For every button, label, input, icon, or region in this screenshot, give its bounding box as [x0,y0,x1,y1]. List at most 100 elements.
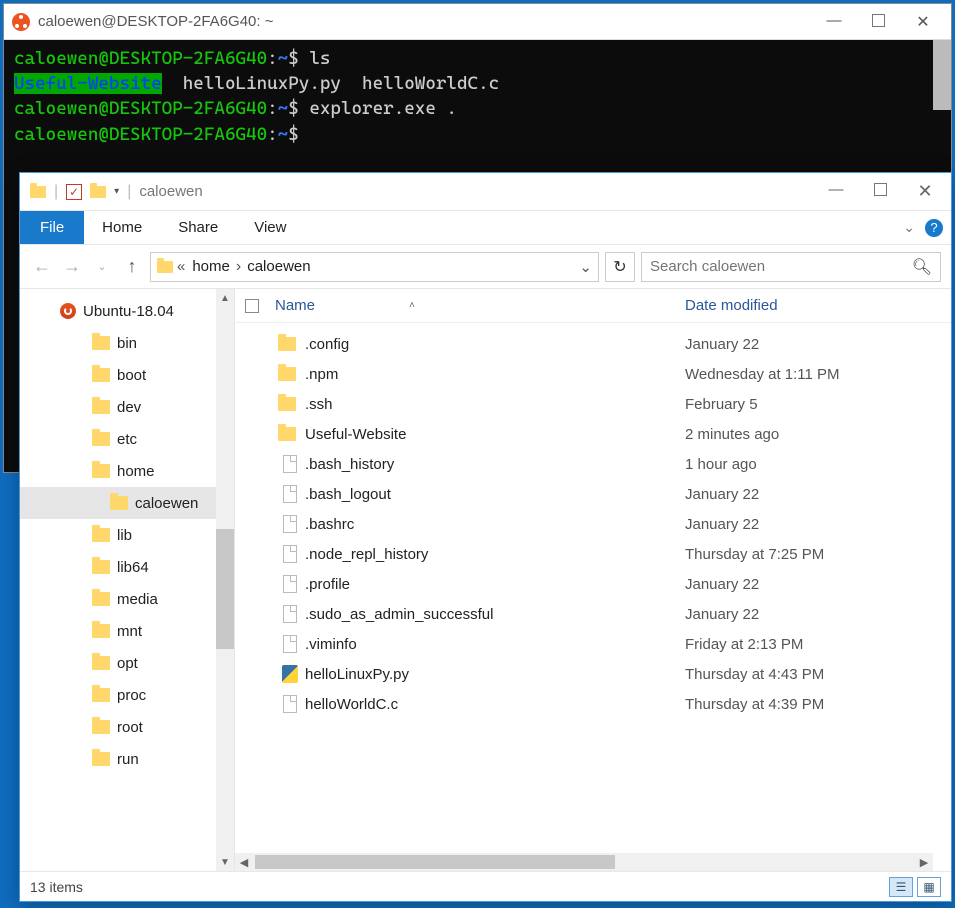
terminal-line: caloewen@DESKTOP-2FA6G40:~$ explorer.exe… [14,96,941,121]
list-item[interactable]: Useful-Website2 minutes ago [245,419,951,449]
refresh-button[interactable]: ↻ [605,252,635,282]
minimize-button[interactable] [816,181,856,202]
tree-item[interactable]: root [20,711,234,743]
file-date: January 22 [685,606,951,623]
nav-back-button[interactable]: ← [30,256,54,277]
help-icon[interactable]: ? [925,219,943,237]
tree-scrollbar-thumb[interactable] [216,529,234,649]
quick-access-checkbox-icon[interactable]: ✓ [66,184,82,200]
navbar: ← → ⌄ ↑ home caloewen ⌄ ↻ 🔍︎ [20,245,951,289]
file-icon [283,605,297,623]
tree-item[interactable]: etc [20,423,234,455]
ribbon-share-tab[interactable]: Share [160,211,236,244]
search-icon[interactable]: 🔍︎ [912,257,932,277]
list-item[interactable]: helloWorldC.cThursday at 4:39 PM [245,689,951,719]
details-view-button[interactable]: ☰ [889,877,913,897]
list-item[interactable]: .node_repl_historyThursday at 7:25 PM [245,539,951,569]
nav-history-dropdown[interactable]: ⌄ [90,260,114,273]
tree-item[interactable]: media [20,583,234,615]
tree-item[interactable]: proc [20,679,234,711]
breadcrumb-root-icon[interactable] [173,258,189,275]
close-button[interactable] [903,12,943,32]
folder-icon [92,400,110,414]
tree-item[interactable]: run [20,743,234,775]
minimize-button[interactable] [814,12,854,32]
folder-icon [90,186,106,198]
list-item[interactable]: .npmWednesday at 1:11 PM [245,359,951,389]
horizontal-scrollbar[interactable]: ◀ ▶ [235,853,933,871]
address-dropdown-icon[interactable]: ⌄ [579,258,592,276]
folder-tree[interactable]: ▲ ▼ Ubuntu-18.04 bin boot dev etc home c… [20,289,235,871]
titlebar-divider: | [54,183,58,201]
tree-item[interactable]: opt [20,647,234,679]
tree-item[interactable]: lib64 [20,551,234,583]
ribbon-view-tab[interactable]: View [236,211,304,244]
list-item[interactable]: .sshFebruary 5 [245,389,951,419]
folder-icon [92,336,110,350]
tree-item[interactable]: home [20,455,234,487]
close-button[interactable] [905,181,945,202]
file-name: .viminfo [305,636,685,653]
list-item[interactable]: .configJanuary 22 [245,329,951,359]
file-name: .node_repl_history [305,546,685,563]
ribbon-home-tab[interactable]: Home [84,211,160,244]
maximize-button[interactable] [872,14,885,27]
quick-access-dropdown-icon[interactable]: ▾ [114,186,119,197]
tree-item-selected[interactable]: caloewen [20,487,234,519]
thumbnails-view-button[interactable]: ▦ [917,877,941,897]
folder-icon [92,464,110,478]
file-name: .bashrc [305,516,685,533]
list-item[interactable]: .profileJanuary 22 [245,569,951,599]
terminal-line: Useful-Website helloLinuxPy.py helloWorl… [14,71,941,96]
list-item[interactable]: .bashrcJanuary 22 [245,509,951,539]
terminal-titlebar[interactable]: caloewen@DESKTOP-2FA6G40: ~ [4,4,951,40]
list-item[interactable]: .bash_logoutJanuary 22 [245,479,951,509]
select-all-checkbox[interactable] [245,299,275,313]
list-header[interactable]: Name ˄ Date modified [235,289,951,323]
list-item[interactable]: helloLinuxPy.pyThursday at 4:43 PM [245,659,951,689]
scroll-right-button[interactable]: ▶ [915,856,933,869]
ribbon-file-tab[interactable]: File [20,211,84,244]
file-list: Name ˄ Date modified .configJanuary 22.n… [235,289,951,871]
list-item[interactable]: .viminfoFriday at 2:13 PM [245,629,951,659]
tree-scroll-up[interactable]: ▲ [216,289,234,307]
breadcrumb-segment[interactable]: caloewen [247,258,310,275]
tree-item[interactable]: dev [20,391,234,423]
breadcrumb-segment[interactable]: home [192,258,230,275]
search-input[interactable] [650,258,912,275]
column-date[interactable]: Date modified [685,297,951,314]
list-item[interactable]: .sudo_as_admin_successfulJanuary 22 [245,599,951,629]
titlebar-divider: | [127,183,131,201]
tree-label: bin [117,335,137,352]
column-name[interactable]: Name ˄ [275,297,685,314]
tree-label: mnt [117,623,142,640]
folder-icon [278,337,296,351]
tree-item[interactable]: bin [20,327,234,359]
nav-up-button[interactable]: ↑ [120,256,144,277]
file-date: Thursday at 4:43 PM [685,666,951,683]
search-box[interactable]: 🔍︎ [641,252,941,282]
file-date: Wednesday at 1:11 PM [685,366,951,383]
scroll-left-button[interactable]: ◀ [235,856,253,869]
tree-item[interactable]: mnt [20,615,234,647]
folder-icon [278,367,296,381]
folder-icon [278,427,296,441]
folder-icon [92,656,110,670]
explorer-titlebar[interactable]: | ✓ ▾ | caloewen [20,173,951,211]
address-bar[interactable]: home caloewen ⌄ [150,252,599,282]
file-date: Thursday at 4:39 PM [685,696,951,713]
tree-item[interactable]: lib [20,519,234,551]
tree-scroll-down[interactable]: ▼ [216,853,234,871]
file-icon [283,695,297,713]
explorer-title: caloewen [139,183,816,200]
nav-forward-button[interactable]: → [60,256,84,277]
list-item[interactable]: .bash_history1 hour ago [245,449,951,479]
terminal-scrollbar[interactable] [933,40,951,110]
maximize-button[interactable] [874,183,887,196]
ribbon-collapse-icon[interactable]: ⌄ [903,219,915,236]
folder-icon [92,688,110,702]
folder-icon [92,368,110,382]
tree-item-ubuntu[interactable]: Ubuntu-18.04 [20,295,234,327]
scroll-thumb[interactable] [255,855,615,869]
tree-item[interactable]: boot [20,359,234,391]
